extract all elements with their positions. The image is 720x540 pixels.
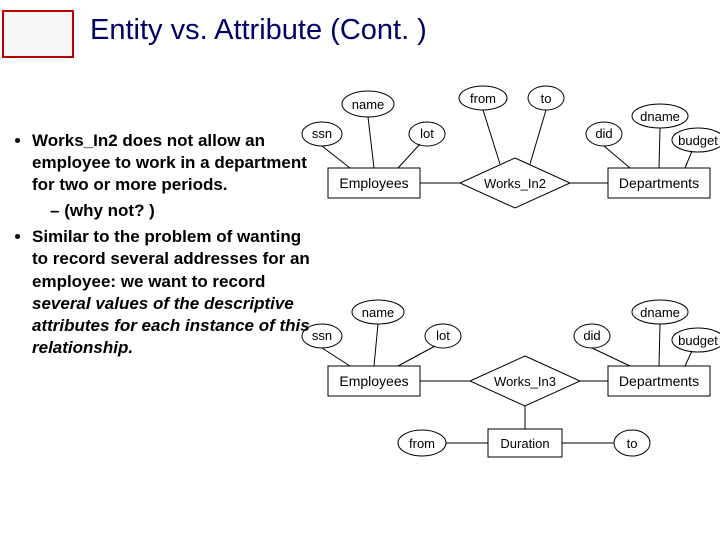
header: Entity vs. Attribute (Cont. ) [0,8,720,68]
d1-ssn-label: ssn [312,126,332,141]
d2-did-label: did [583,328,600,343]
d1-to-label: to [541,91,552,106]
d1-budget-label: budget [678,133,718,148]
bullet-1-text: Works_In2 does not allow an employee to … [32,131,307,194]
d2-from-label: from [409,436,435,451]
d2-employees-label: Employees [339,373,408,389]
d2-duration-label: Duration [500,436,549,451]
d1-from-label: from [470,91,496,106]
d1-worksin-label: Works_In2 [484,176,546,191]
d2-departments-label: Departments [619,373,699,389]
d1-lot-label: lot [420,126,434,141]
d2-lot-label: lot [436,328,450,343]
bullet-1: Works_In2 does not allow an employee to … [32,130,314,222]
d2-worksin-label: Works_In3 [494,374,556,389]
d1-departments-label: Departments [619,175,699,191]
d2-dname-label: dname [640,305,680,320]
d1-employees-label: Employees [339,175,408,191]
d2-ssn-label: ssn [312,328,332,343]
slide-title: Entity vs. Attribute (Cont. ) [90,14,427,47]
bullet-2-text-a: Similar to the problem of wanting to rec… [32,227,310,290]
d1-dname-label: dname [640,109,680,124]
logo-image [2,10,74,58]
bullet-list: Works_In2 does not allow an employee to … [14,130,314,359]
d2-to-label: to [627,436,638,451]
d2-budget-label: budget [678,333,718,348]
d1-name-label: name [352,97,385,112]
bullet-2: Similar to the problem of wanting to rec… [32,226,314,359]
bullet-1-sub: (why not? ) [50,200,314,222]
d1-did-label: did [595,126,612,141]
d2-name-label: name [362,305,395,320]
bullet-2-text-b: several values of the descriptive attrib… [32,294,310,357]
